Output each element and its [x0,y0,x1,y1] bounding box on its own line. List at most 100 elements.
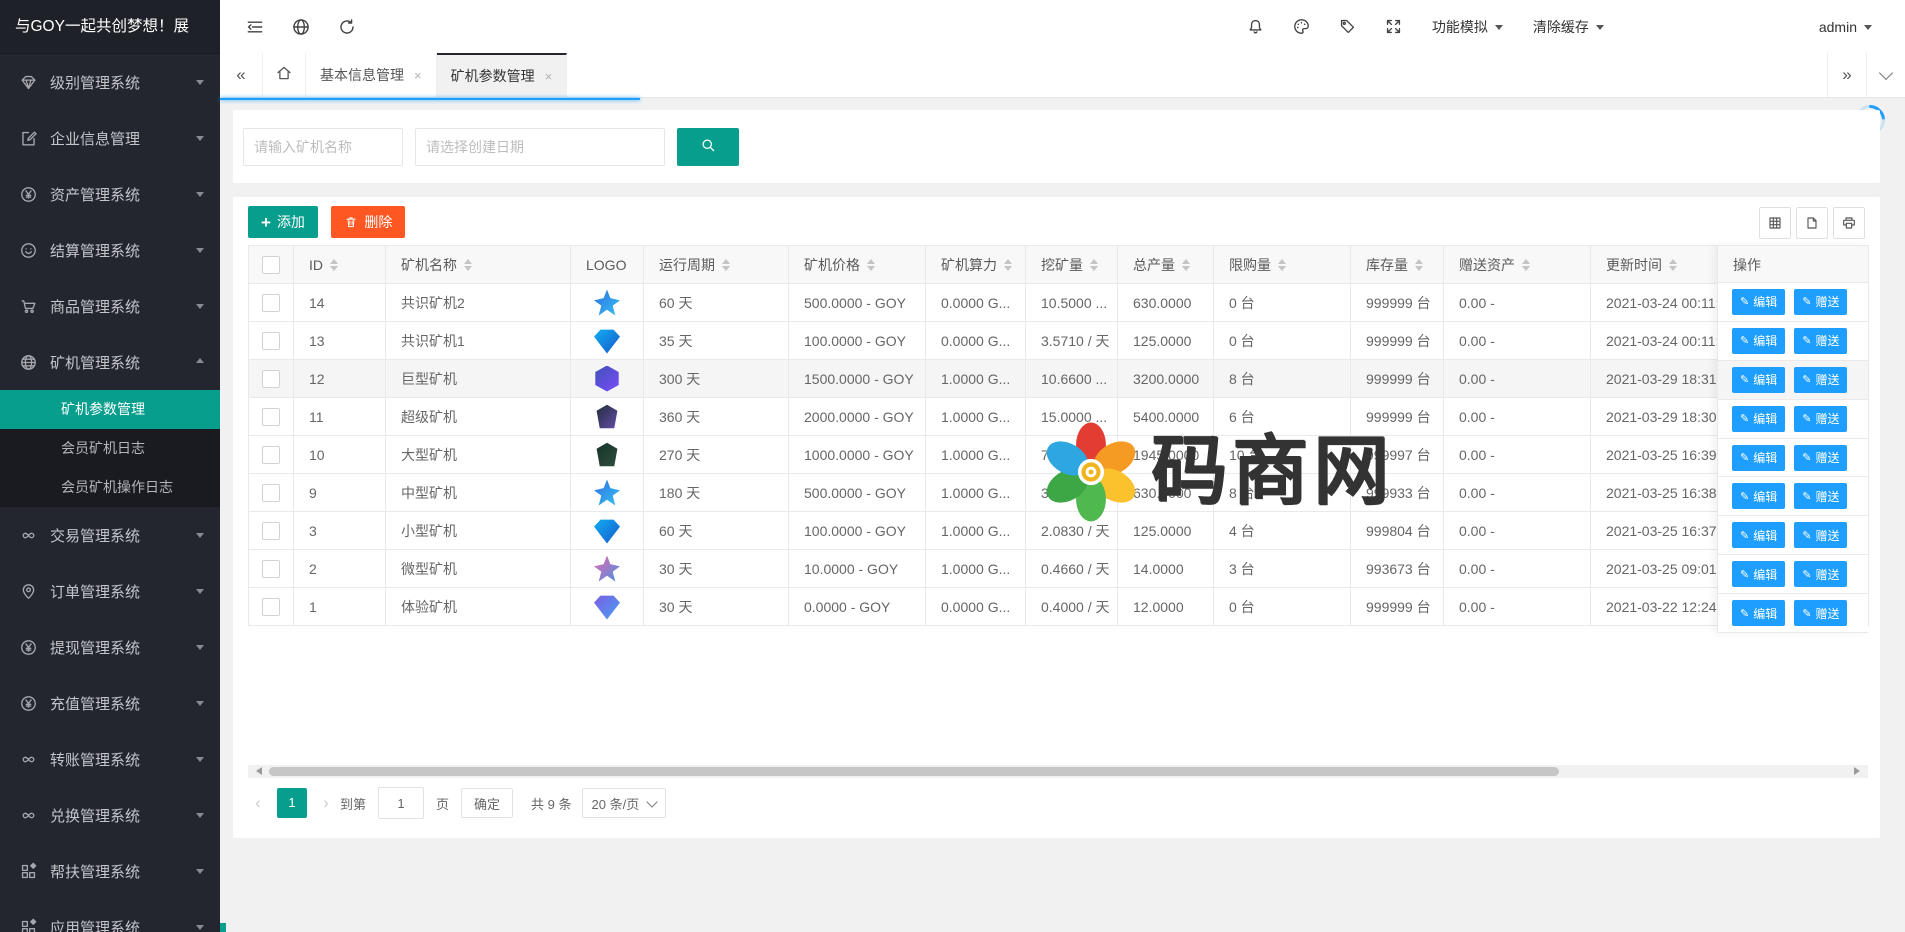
row-checkbox[interactable] [262,370,280,388]
edit-button[interactable]: ✎编辑 [1732,483,1785,509]
sidebar-item-10[interactable]: 转账管理系统 [0,731,220,787]
pagination-next-button[interactable]: › [316,793,336,813]
cell-period: 35 天 [644,322,789,360]
scrollbar-thumb[interactable] [269,767,1559,776]
menu-fold-icon-button[interactable] [232,0,278,53]
sort-icon[interactable] [1669,255,1677,275]
delete-button[interactable]: 删除 [331,206,405,238]
row-checkbox[interactable] [262,598,280,616]
sort-icon[interactable] [1004,255,1012,275]
edit-button[interactable]: ✎编辑 [1732,289,1785,315]
sidebar-item-0[interactable]: 级别管理系统 [0,54,220,110]
sort-icon[interactable] [1522,255,1530,275]
column-label: 更新时间 [1606,255,1662,275]
sort-icon[interactable] [722,255,730,275]
fullscreen-icon-button[interactable] [1371,0,1417,53]
sidebar-item-5[interactable]: 矿机管理系统 [0,334,220,390]
jump-prefix-label: 到第 [340,794,366,813]
sort-icon[interactable] [330,255,338,275]
navbar-menu-1[interactable]: 清除缓存 [1518,0,1619,53]
sidebar-item-7[interactable]: 订单管理系统 [0,563,220,619]
sort-icon[interactable] [1090,255,1098,275]
sidebar-item-6[interactable]: 交易管理系统 [0,507,220,563]
tab-close-icon[interactable]: × [414,68,422,83]
pagination-prev-button[interactable]: ‹ [248,793,268,813]
edit-button[interactable]: ✎编辑 [1732,600,1785,626]
row-checkbox[interactable] [262,294,280,312]
gift-button[interactable]: ✎赠送 [1794,406,1847,432]
tab-0[interactable]: 基本信息管理× [306,53,437,97]
row-checkbox[interactable] [262,522,280,540]
tab-close-icon[interactable]: × [545,69,553,84]
tag-icon-button[interactable] [1325,0,1371,53]
edit-button[interactable]: ✎编辑 [1732,522,1785,548]
sort-icon[interactable] [464,255,472,275]
add-button[interactable]: +添加 [248,206,318,238]
tabs-scroll-right-button[interactable]: » [1827,53,1866,97]
row-checkbox[interactable] [262,484,280,502]
print-icon-button[interactable] [1833,207,1865,239]
refresh-icon-button[interactable] [324,0,370,53]
sort-icon[interactable] [1182,255,1190,275]
sidebar-item-13[interactable]: 应用管理系统 [0,899,220,932]
operation-row: ✎编辑 ✎赠送 [1718,283,1868,322]
sidebar-subitem-0[interactable]: 矿机参数管理 [0,390,220,429]
row-checkbox[interactable] [262,332,280,350]
grid-icon-button[interactable] [1759,207,1791,239]
pagination-current-page[interactable]: 1 [277,788,307,818]
gift-button[interactable]: ✎赠送 [1794,561,1847,587]
tabs-scroll-left-button[interactable]: « [220,53,263,97]
chevron-up-icon [196,358,204,363]
scroll-right-arrow-icon[interactable] [1854,767,1864,775]
gift-button[interactable]: ✎赠送 [1794,289,1847,315]
sidebar-item-3[interactable]: 结算管理系统 [0,222,220,278]
sidebar-item-12[interactable]: 帮扶管理系统 [0,843,220,899]
chevron-down-icon [196,248,204,257]
gift-button[interactable]: ✎赠送 [1794,522,1847,548]
page-jump-confirm-button[interactable]: 确定 [461,788,513,818]
sort-icon[interactable] [1415,255,1423,275]
sidebar-item-1[interactable]: 企业信息管理 [0,110,220,166]
sidebar-item-9[interactable]: 充值管理系统 [0,675,220,731]
gift-button[interactable]: ✎赠送 [1794,600,1847,626]
edit-button[interactable]: ✎编辑 [1732,367,1785,393]
navbar-menu-0[interactable]: 功能模拟 [1417,0,1518,53]
tab-1[interactable]: 矿机参数管理× [437,53,568,97]
tab-home-button[interactable] [263,53,306,97]
page-size-select[interactable]: 20 条/页 [582,788,667,818]
gift-button[interactable]: ✎赠送 [1794,367,1847,393]
horizontal-scrollbar[interactable] [248,765,1868,778]
gift-button[interactable]: ✎赠送 [1794,328,1847,354]
gift-button[interactable]: ✎赠送 [1794,445,1847,471]
sort-icon[interactable] [867,255,875,275]
gift-button[interactable]: ✎赠送 [1794,483,1847,509]
bell-icon-button[interactable] [1233,0,1279,53]
select-all-checkbox[interactable] [262,256,280,274]
tab-operations-dropdown[interactable] [1866,53,1905,97]
navbar-menu-admin[interactable]: admin [1804,0,1887,53]
miner-name-input[interactable] [243,128,403,166]
edit-button[interactable]: ✎编辑 [1732,406,1785,432]
edit-button[interactable]: ✎编辑 [1732,445,1785,471]
sidebar-subitem-2[interactable]: 会员矿机操作日志 [0,468,220,507]
sidebar-item-4[interactable]: 商品管理系统 [0,278,220,334]
scroll-left-arrow-icon[interactable] [252,767,262,775]
sidebar-item-11[interactable]: 兑换管理系统 [0,787,220,843]
sidebar-subitem-1[interactable]: 会员矿机日志 [0,429,220,468]
site-globe-icon-button[interactable] [278,0,324,53]
export-icon-button[interactable] [1796,207,1828,239]
sidebar-item-2[interactable]: 资产管理系统 [0,166,220,222]
page-jump-input[interactable] [378,787,424,819]
row-checkbox[interactable] [262,408,280,426]
edit-button[interactable]: ✎编辑 [1732,561,1785,587]
search-button[interactable] [677,128,739,166]
row-checkbox[interactable] [262,446,280,464]
edit-button[interactable]: ✎编辑 [1732,328,1785,354]
sidebar-item-8[interactable]: 提现管理系统 [0,619,220,675]
column-label: 矿机价格 [804,255,860,275]
palette-icon-button[interactable] [1279,0,1325,53]
sidebar-scrollbar-thumb[interactable] [220,923,226,932]
sort-icon[interactable] [1278,255,1286,275]
row-checkbox[interactable] [262,560,280,578]
create-date-input[interactable] [415,128,665,166]
